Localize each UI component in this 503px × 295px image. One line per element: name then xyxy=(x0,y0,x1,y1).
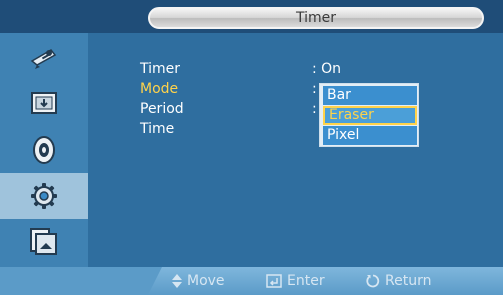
header-bar: Timer xyxy=(0,0,503,33)
hint-enter-label: Enter xyxy=(287,273,325,289)
menu-row-value: : On xyxy=(312,61,342,77)
input-source-icon xyxy=(29,90,59,118)
picture-icon xyxy=(29,45,59,71)
dropdown-option-eraser[interactable]: Eraser xyxy=(323,106,417,125)
dropdown-option-bar[interactable]: Bar xyxy=(323,86,417,105)
menu-row-value: : xyxy=(312,101,317,117)
menu-row-label: Mode xyxy=(140,81,179,97)
sidebar-item-setup[interactable] xyxy=(0,173,88,219)
sidebar-item-multi-screen[interactable] xyxy=(0,219,88,265)
enter-icon xyxy=(266,274,282,288)
menu-row-label: Period xyxy=(140,101,184,117)
hint-return: Return xyxy=(366,271,431,291)
hint-move-label: Move xyxy=(187,273,225,289)
return-icon xyxy=(366,274,380,288)
menu-row-value: : xyxy=(312,81,317,97)
setup-gear-icon xyxy=(29,181,59,211)
main-panel: Timer : On Mode : Period : Time xyxy=(88,33,503,267)
hint-enter: Enter xyxy=(266,271,325,291)
multi-screen-icon xyxy=(28,227,60,257)
sidebar-item-sound[interactable] xyxy=(0,127,88,173)
sidebar xyxy=(0,33,88,267)
move-arrows-icon xyxy=(172,274,182,288)
menu-row-label: Timer xyxy=(140,61,181,77)
menu-row-label: Time xyxy=(140,121,175,137)
sound-icon xyxy=(31,135,57,165)
hint-move: Move xyxy=(172,271,225,291)
mode-dropdown[interactable]: Bar Eraser Pixel xyxy=(319,83,419,147)
dropdown-option-pixel[interactable]: Pixel xyxy=(323,126,417,145)
hint-return-label: Return xyxy=(385,273,432,289)
menu-title: Timer xyxy=(148,7,484,29)
sidebar-item-input[interactable] xyxy=(0,81,88,127)
sidebar-item-picture[interactable] xyxy=(0,35,88,81)
osd-menu: Timer Timer: On Mode: Period: Time Ba… xyxy=(0,0,503,295)
footer-hints: Move Enter Return xyxy=(148,267,503,295)
footer-bar: Move Enter Return xyxy=(0,267,503,295)
